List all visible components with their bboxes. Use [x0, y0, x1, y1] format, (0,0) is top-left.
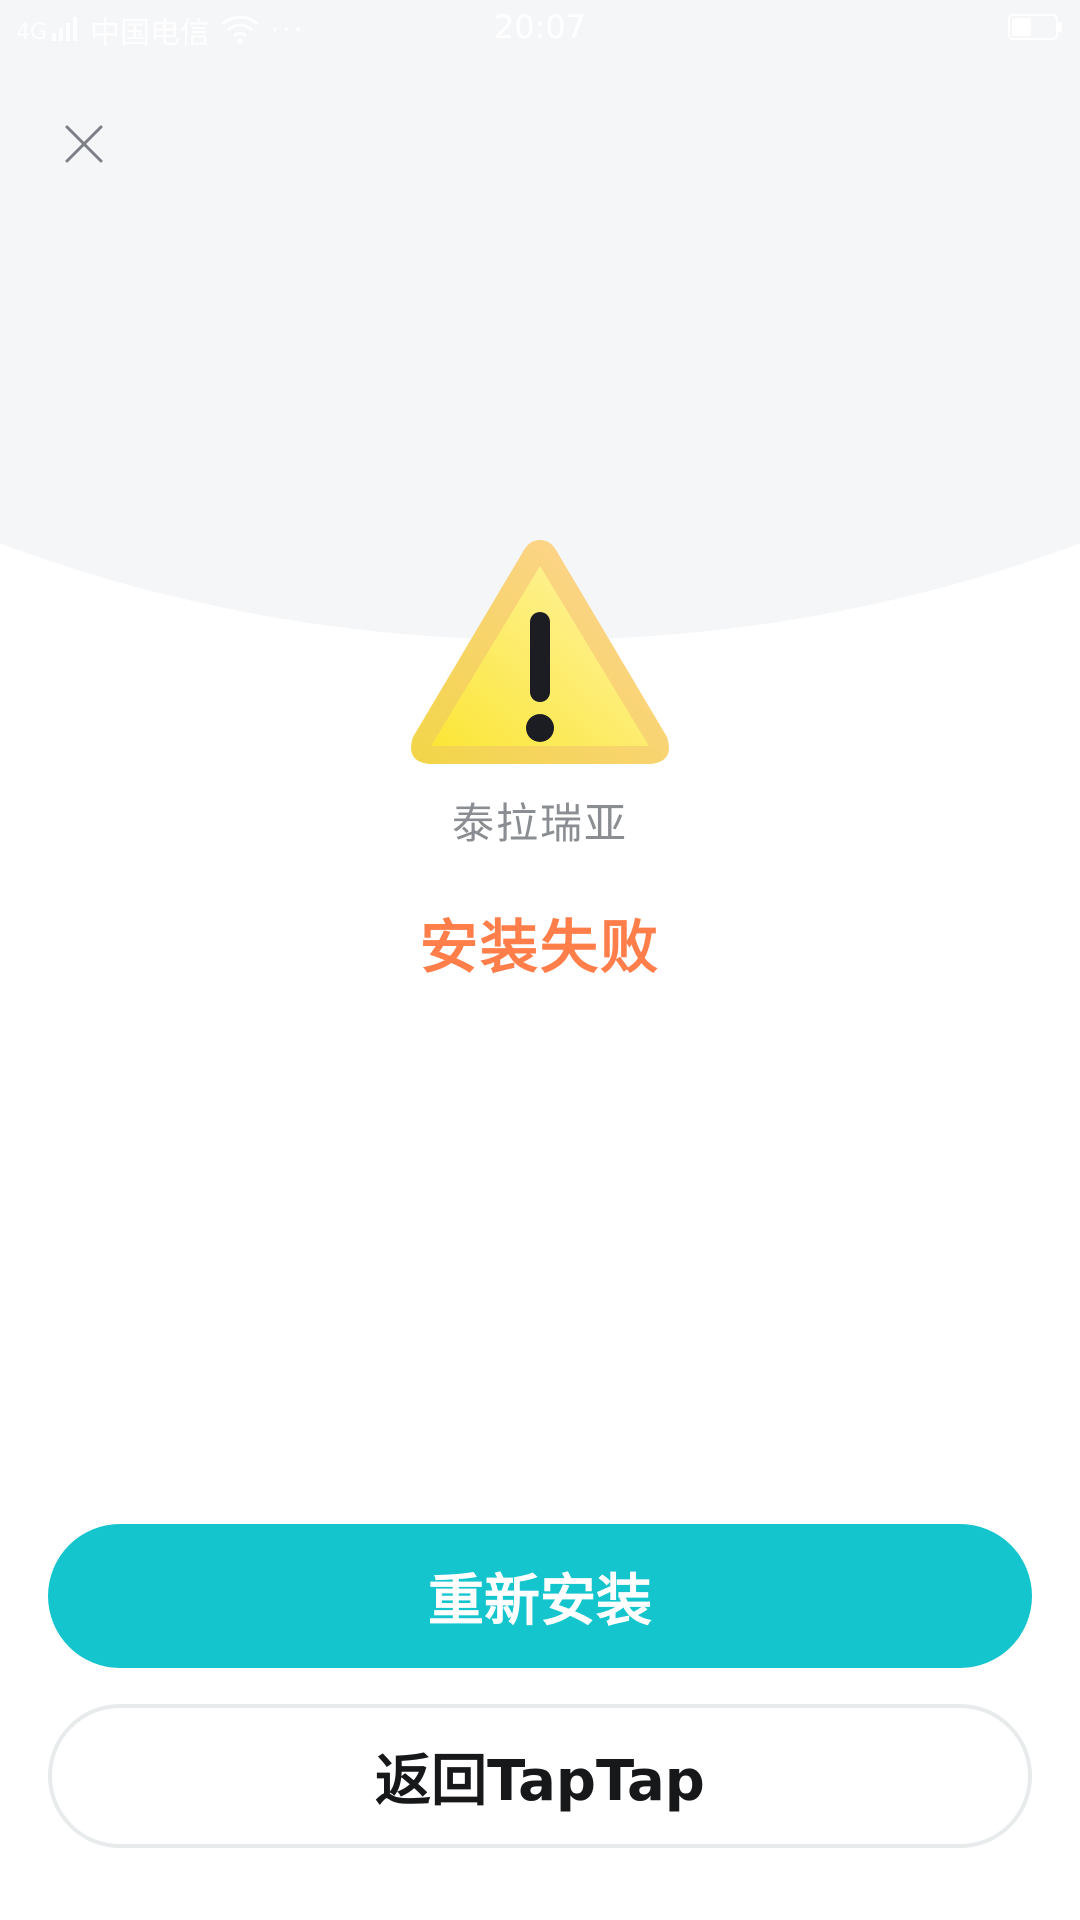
battery-icon — [1008, 14, 1062, 40]
close-button[interactable] — [52, 112, 116, 176]
status-time: 20:07 — [493, 8, 587, 46]
warning-triangle-icon — [411, 540, 669, 764]
install-status-text: 安装失败 — [419, 913, 660, 981]
install-failed-screen: 4G 中国电信 ··· 20:07 泰拉瑞亚 安装失败 重新安装 返回TapTa… — [0, 0, 1080, 1920]
status-bar: 4G 中国电信 ··· 20:07 — [0, 0, 1080, 56]
reinstall-button[interactable]: 重新安装 — [48, 1524, 1032, 1668]
close-icon — [65, 125, 103, 163]
app-name: 泰拉瑞亚 — [451, 799, 628, 848]
back-to-taptap-button[interactable]: 返回TapTap — [48, 1704, 1032, 1848]
